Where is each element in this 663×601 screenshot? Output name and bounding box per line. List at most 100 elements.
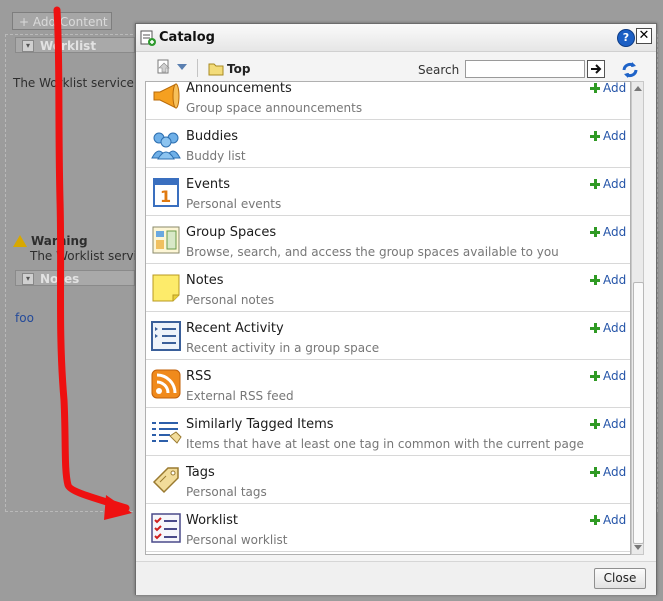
- catalog-item-description: External RSS feed: [186, 389, 294, 403]
- add-content-button: + Add Content: [12, 12, 112, 30]
- page-nav-icon[interactable]: [156, 59, 172, 75]
- add-button[interactable]: Add: [590, 177, 626, 191]
- catalog-item-title: Recent Activity: [186, 321, 284, 336]
- add-button[interactable]: Add: [590, 225, 626, 239]
- catalog-item-title: Group Spaces: [186, 225, 277, 240]
- arrow-right-icon: [591, 64, 602, 74]
- scroll-down-icon[interactable]: [634, 545, 642, 550]
- worklist-panel-text: The Worklist service is: [13, 76, 148, 90]
- warning-icon: [13, 235, 27, 247]
- rss-icon: [151, 369, 181, 399]
- add-label: Add: [603, 417, 627, 431]
- catalog-item-description: Personal worklist: [186, 533, 288, 547]
- catalog-item-description: Items that have at least one tag in comm…: [186, 437, 584, 451]
- catalog-list: Announcements Group space announcements …: [145, 81, 631, 555]
- checklist-icon: [151, 513, 181, 543]
- tagged-list-icon: [152, 422, 182, 444]
- scrollbar-thumb[interactable]: [633, 282, 644, 544]
- add-label: Add: [603, 129, 627, 143]
- collapse-toggle-icon: ▾: [22, 273, 34, 285]
- help-button[interactable]: ?: [617, 29, 635, 47]
- plus-icon: [590, 467, 600, 477]
- dialog-toolbar: Top Search: [136, 51, 656, 81]
- plus-icon: [590, 419, 600, 429]
- notes-panel-header: ▾ Notes: [15, 270, 135, 286]
- add-label: Add: [603, 369, 627, 383]
- svg-text:1: 1: [160, 187, 171, 206]
- add-button[interactable]: Add: [590, 273, 626, 287]
- breadcrumb-top[interactable]: Top: [227, 62, 250, 76]
- catalog-item-recent-activity: Recent Activity Recent activity in a gro…: [146, 312, 630, 360]
- add-button[interactable]: Add: [590, 321, 626, 335]
- search-input[interactable]: [465, 60, 585, 78]
- add-label: Add: [603, 273, 627, 287]
- catalog-item-buddies: Buddies Buddy list Add: [146, 120, 630, 168]
- warning-title-text: Warning: [31, 234, 88, 248]
- plus-icon: [590, 275, 600, 285]
- add-label: Add: [603, 225, 627, 239]
- catalog-item-title: Buddies: [186, 129, 239, 144]
- add-label: Add: [603, 513, 627, 527]
- catalog-item-description: Personal tags: [186, 485, 267, 499]
- catalog-item-group-spaces: Group Spaces Browse, search, and access …: [146, 216, 630, 264]
- search-go-button[interactable]: [587, 60, 605, 78]
- catalog-item-description: Recent activity in a group space: [186, 341, 380, 355]
- plus-icon: [590, 179, 600, 189]
- catalog-item-announcements: Announcements Group space announcements …: [146, 81, 630, 120]
- add-label: Add: [603, 81, 627, 95]
- catalog-item-description: Browse, search, and access the group spa…: [186, 245, 559, 259]
- folder-icon: [208, 63, 224, 76]
- dialog-footer: Close: [136, 561, 656, 595]
- plus-icon: [590, 323, 600, 333]
- refresh-icon[interactable]: [620, 60, 640, 80]
- plus-icon: [590, 515, 600, 525]
- calendar-icon: 1: [153, 178, 179, 207]
- catalog-item-worklist: Worklist Personal worklist Add: [146, 504, 630, 552]
- add-button[interactable]: Add: [590, 129, 626, 143]
- catalog-item-title: Worklist: [186, 513, 239, 528]
- add-label: Add: [603, 321, 627, 335]
- collapse-toggle-icon: ▾: [22, 40, 34, 52]
- catalog-item-rss: RSS External RSS feed Add: [146, 360, 630, 408]
- catalog-item-notes: Notes Personal notes Add: [146, 264, 630, 312]
- add-button[interactable]: Add: [590, 465, 626, 479]
- close-button[interactable]: Close: [594, 568, 646, 589]
- chevron-down-icon[interactable]: [177, 64, 187, 70]
- warning-title: Warning: [13, 234, 88, 248]
- list-scrollbar[interactable]: [631, 81, 644, 555]
- plus-icon: [590, 371, 600, 381]
- catalog-item-tags: Tags Personal tags Add: [146, 456, 630, 504]
- activity-list-icon: [151, 321, 181, 351]
- catalog-item-title: Tags: [186, 465, 215, 480]
- dialog-titlebar[interactable]: Catalog ? ✕: [136, 24, 656, 52]
- worklist-panel-header: ▾ Worklist: [15, 37, 135, 53]
- plus-icon: [590, 227, 600, 237]
- add-button[interactable]: Add: [590, 369, 626, 383]
- people-icon: [151, 132, 181, 160]
- add-button[interactable]: Add: [590, 513, 626, 527]
- megaphone-icon: [153, 83, 180, 109]
- catalog-item-description: Personal notes: [186, 293, 275, 307]
- add-button[interactable]: Add: [590, 417, 626, 431]
- catalog-item-title: Notes: [186, 273, 224, 288]
- catalog-item-title: Events: [186, 177, 231, 192]
- search-label: Search: [418, 63, 460, 77]
- catalog-icon: [140, 30, 156, 46]
- catalog-item-title: RSS: [186, 369, 212, 384]
- plus-icon: [590, 83, 600, 93]
- worklist-panel-title: Worklist: [40, 39, 97, 53]
- group-spaces-icon: [152, 226, 180, 254]
- plus-icon: [590, 131, 600, 141]
- add-label: Add: [603, 465, 627, 479]
- toolbar-separator: [197, 59, 198, 77]
- catalog-item-events: 1 Events Personal events Add: [146, 168, 630, 216]
- catalog-item-title: Similarly Tagged Items: [186, 417, 334, 432]
- close-x-button[interactable]: ✕: [636, 28, 652, 44]
- add-button[interactable]: Add: [590, 81, 627, 95]
- catalog-item-title: Announcements: [186, 81, 292, 96]
- scroll-up-icon[interactable]: [634, 86, 642, 91]
- catalog-item-description: Personal events: [186, 197, 282, 211]
- add-label: Add: [603, 177, 627, 191]
- dialog-title: Catalog: [159, 30, 215, 45]
- warning-text: The Worklist service: [30, 249, 151, 263]
